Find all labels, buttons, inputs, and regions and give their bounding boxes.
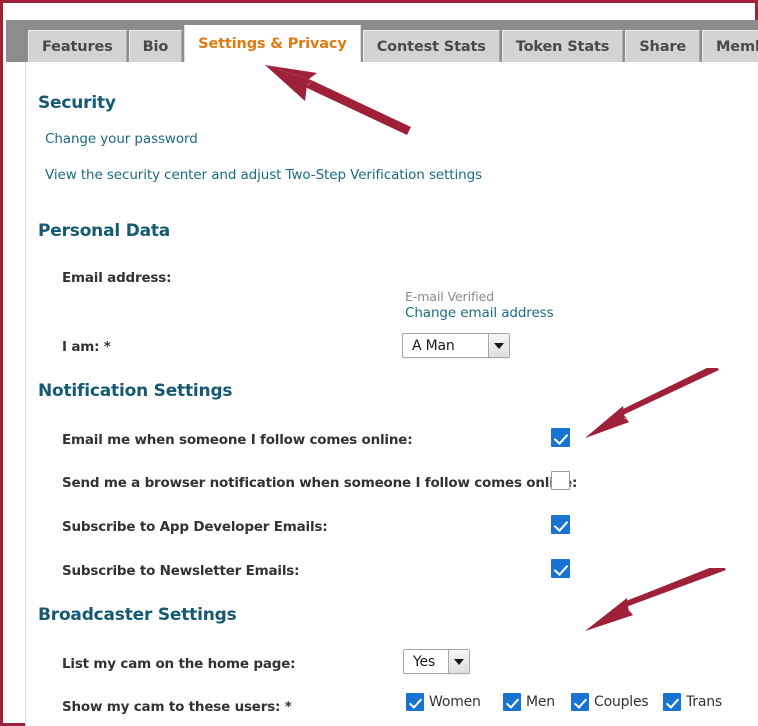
chevron-down-icon (448, 650, 469, 673)
security-heading: Security (38, 93, 116, 113)
notify-email-follow-label: Email me when someone I follow comes onl… (62, 432, 413, 448)
tab-label: Token Stats (515, 38, 610, 55)
subscribe-newsletter-checkbox[interactable] (551, 559, 570, 578)
tab-contest-stats[interactable]: Contest Stats (362, 30, 500, 62)
tab-label: Contest Stats (376, 38, 486, 55)
user-type-trans-checkbox[interactable] (663, 693, 681, 711)
tab-share[interactable]: Share (625, 30, 701, 62)
tab-label: Settings & Privacy (198, 36, 347, 52)
change-email-address-link[interactable]: Change email address (405, 305, 554, 321)
tab-label: Bio (142, 38, 169, 55)
show-cam-users-label: Show my cam to these users: * (62, 699, 292, 715)
subscribe-app-developer-label: Subscribe to App Developer Emails: (62, 519, 328, 535)
i-am-label: I am: * (62, 339, 111, 355)
annotated-screenshot-frame: Features Bio Settings & Privacy Contest … (0, 0, 758, 726)
notification-settings-heading: Notification Settings (38, 381, 233, 401)
subscribe-newsletter-label: Subscribe to Newsletter Emails: (62, 563, 300, 579)
list-cam-select-value: Yes (413, 653, 435, 670)
i-am-select-value: A Man (412, 337, 455, 354)
tab-bar: Features Bio Settings & Privacy Contest … (6, 20, 758, 62)
tab-token-stats[interactable]: Token Stats (501, 30, 624, 62)
user-type-trans[interactable]: Trans (663, 693, 722, 711)
user-type-men[interactable]: Men (503, 693, 555, 711)
chevron-down-icon (488, 334, 509, 357)
notify-email-follow-checkbox[interactable] (551, 428, 570, 447)
email-address-label: Email address: (62, 270, 172, 286)
settings-panel: Security Change your password View the s… (25, 62, 758, 726)
notify-browser-follow-label: Send me a browser notification when some… (62, 475, 578, 491)
user-type-couples-label: Couples (594, 694, 649, 710)
broadcaster-settings-heading: Broadcaster Settings (38, 605, 237, 625)
user-type-women-checkbox[interactable] (406, 693, 424, 711)
tab-settings-privacy[interactable]: Settings & Privacy (184, 25, 361, 62)
i-am-select[interactable]: A Man (402, 333, 510, 358)
user-type-women-label: Women (429, 694, 481, 710)
subscribe-app-developer-checkbox[interactable] (551, 515, 570, 534)
security-center-link[interactable]: View the security center and adjust Two-… (45, 167, 482, 183)
user-type-men-checkbox[interactable] (503, 693, 521, 711)
personal-data-heading: Personal Data (38, 221, 171, 241)
tab-label: Memberships (716, 38, 758, 55)
list-cam-home-page-label: List my cam on the home page: (62, 656, 296, 672)
user-type-men-label: Men (526, 694, 555, 710)
user-type-trans-label: Trans (686, 694, 722, 710)
tab-features[interactable]: Features (28, 30, 127, 62)
email-verified-status: E-mail Verified (405, 289, 495, 304)
list-cam-home-page-select[interactable]: Yes (403, 649, 470, 674)
user-type-couples[interactable]: Couples (571, 693, 649, 711)
tab-list: Features Bio Settings & Privacy Contest … (28, 25, 758, 62)
tab-memberships[interactable]: Memberships (702, 30, 758, 62)
tab-label: Share (639, 38, 687, 55)
tab-bio[interactable]: Bio (128, 30, 183, 62)
tab-label: Features (42, 38, 113, 55)
user-type-couples-checkbox[interactable] (571, 693, 589, 711)
change-password-link[interactable]: Change your password (45, 131, 198, 147)
notify-browser-follow-checkbox[interactable] (551, 471, 570, 490)
user-type-women[interactable]: Women (406, 693, 481, 711)
